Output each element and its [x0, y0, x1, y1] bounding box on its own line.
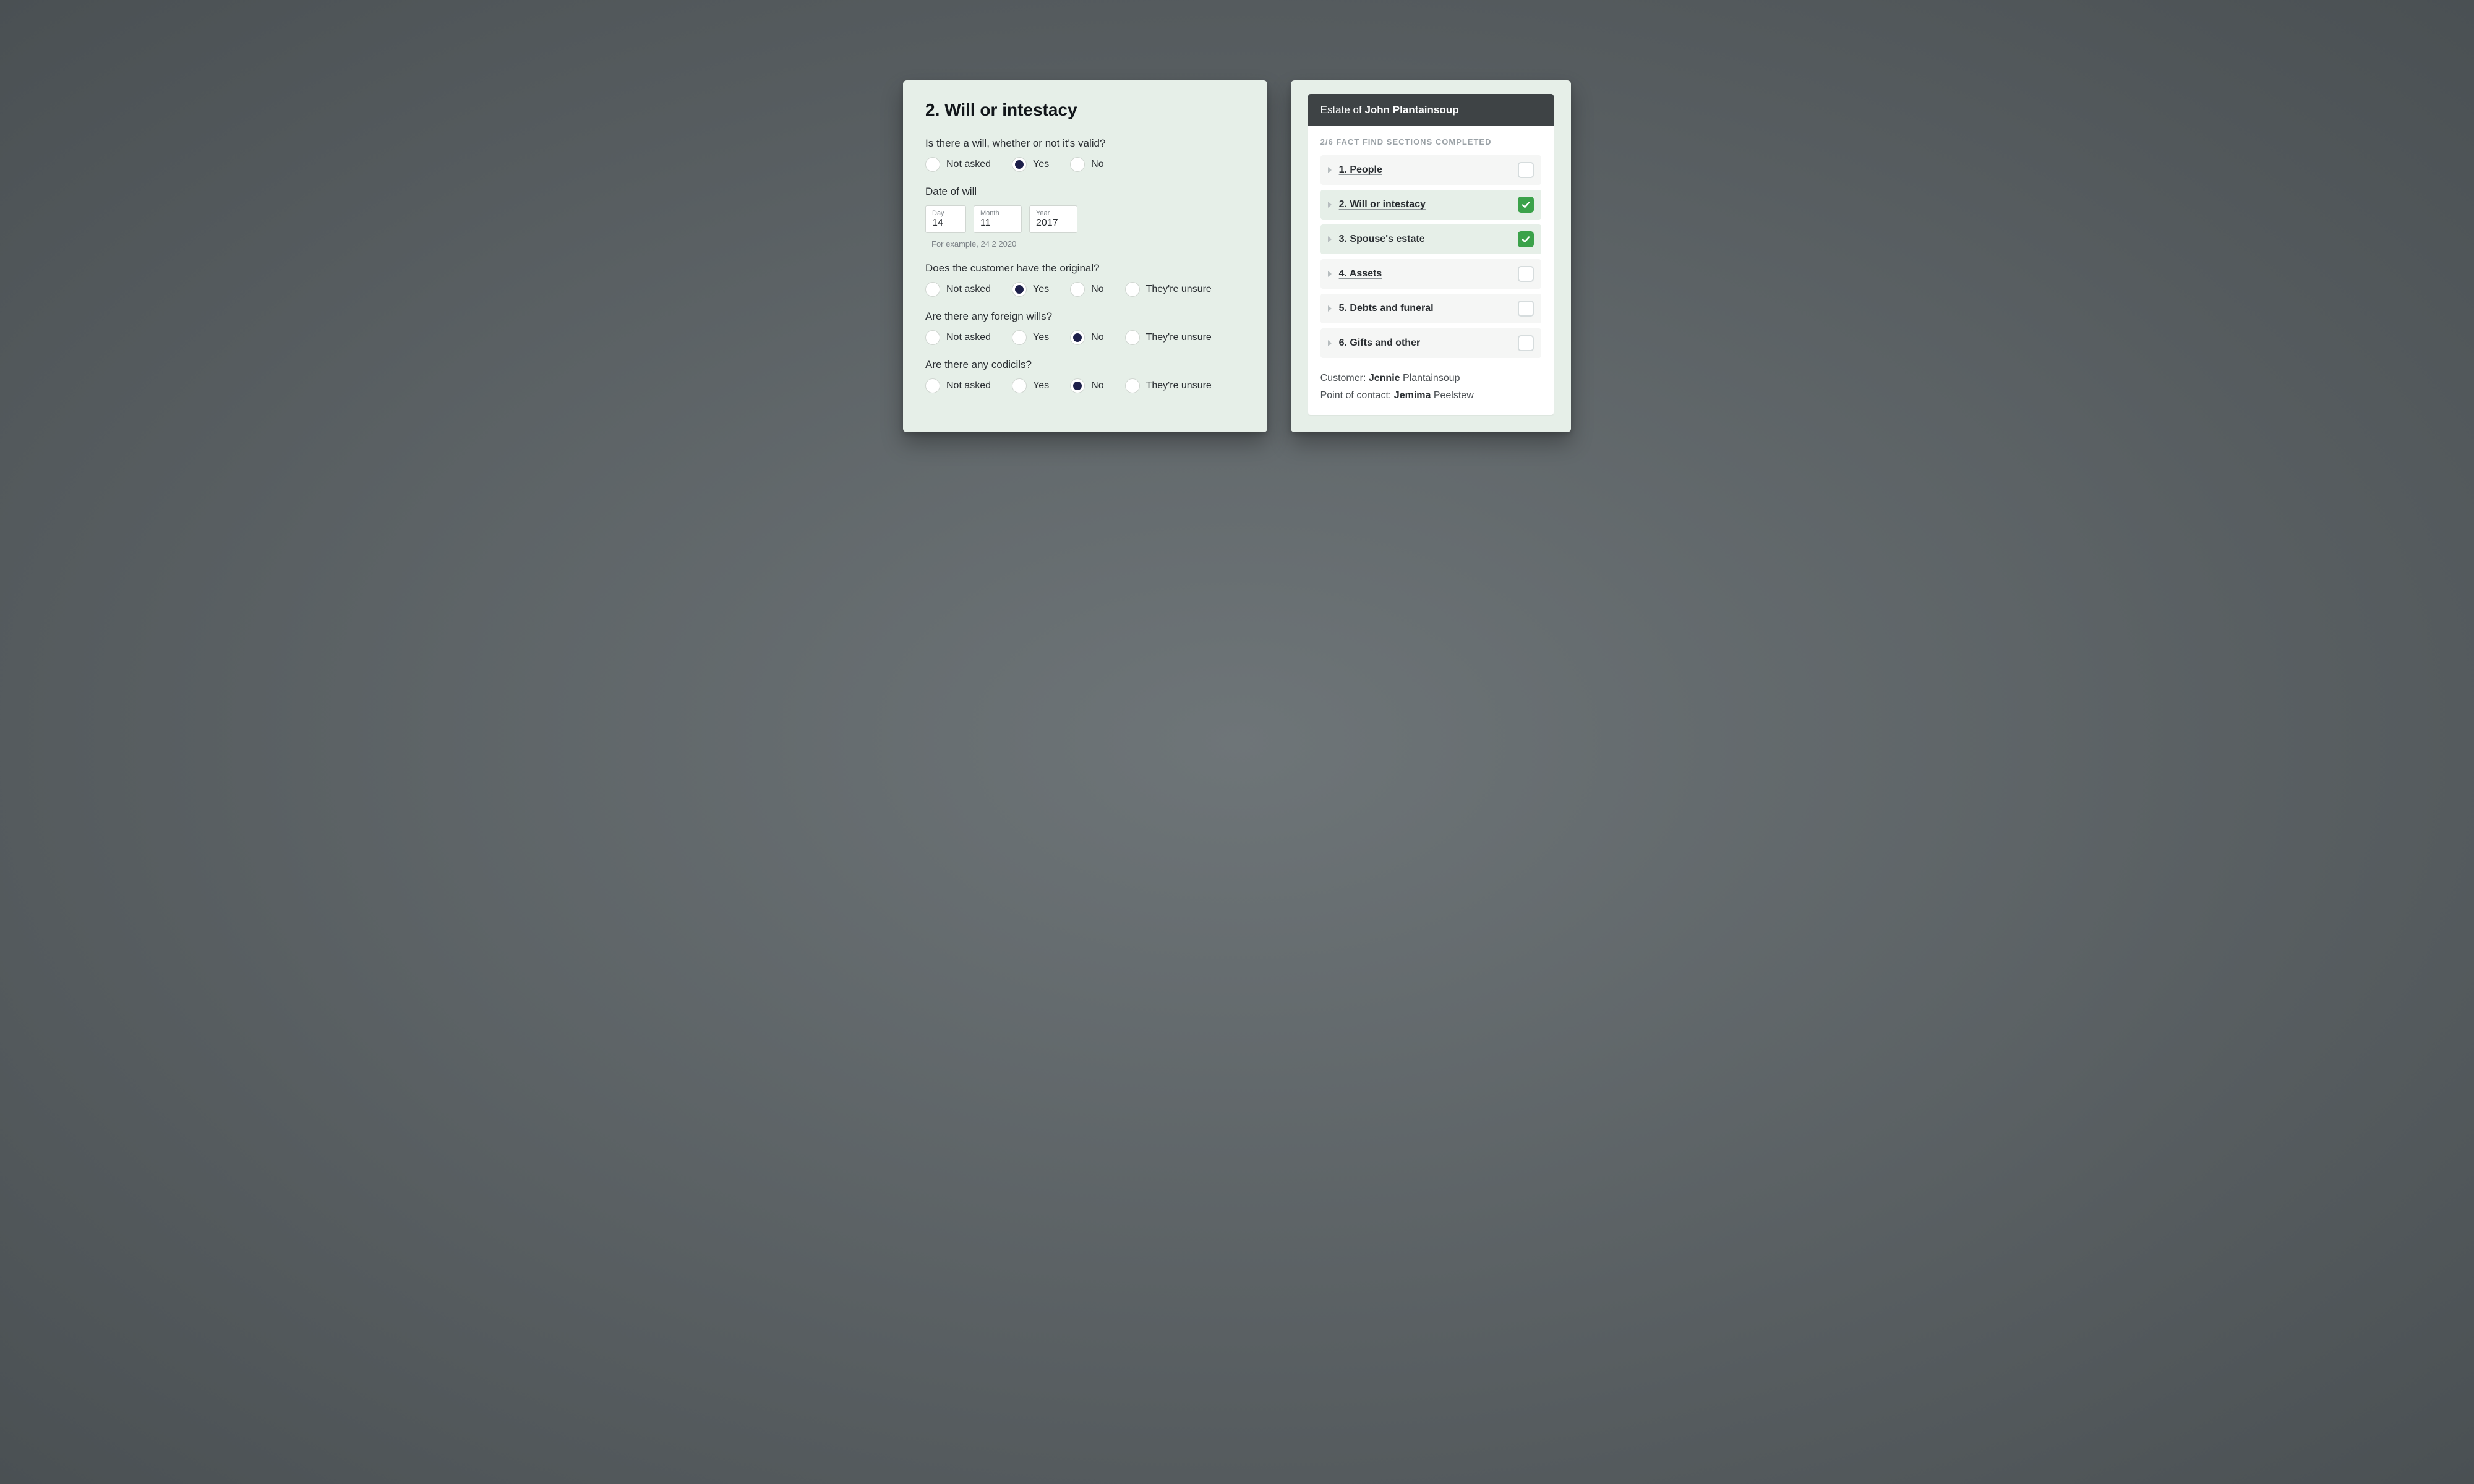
question-date-of-will: Date of will Day Month Year For example,…: [925, 186, 1245, 249]
radio-icon: [925, 157, 940, 172]
section-link: 6. Gifts and other: [1339, 338, 1518, 349]
radio-codicils-unsure[interactable]: They're unsure: [1125, 378, 1212, 393]
section-item-will[interactable]: 2. Will or intestacy: [1320, 190, 1541, 220]
section-link: 2. Will or intestacy: [1339, 199, 1518, 210]
caret-right-icon: [1328, 340, 1332, 346]
date-month-input[interactable]: [980, 218, 1015, 229]
poc-line: Point of contact: Jemima Peelstew: [1320, 390, 1541, 401]
caret-right-icon: [1328, 167, 1332, 173]
radio-foreign-no[interactable]: No: [1070, 330, 1103, 345]
estate-name: John Plantainsoup: [1364, 104, 1458, 116]
question-codicils-options: Not asked Yes No They're unsure: [925, 378, 1245, 393]
radio-icon: [925, 330, 940, 345]
form-title: 2. Will or intestacy: [925, 100, 1245, 120]
sidebar-header: Estate of John Plantainsoup: [1308, 94, 1554, 126]
question-foreign-label: Are there any foreign wills?: [925, 310, 1245, 323]
customer-name-bold: Jennie: [1369, 373, 1400, 383]
question-will-options: Not asked Yes No: [925, 157, 1245, 172]
section-item-debts[interactable]: 5. Debts and funeral: [1320, 294, 1541, 323]
radio-original-yes[interactable]: Yes: [1012, 282, 1049, 297]
section-item-gifts[interactable]: 6. Gifts and other: [1320, 328, 1541, 358]
customer-label: Customer:: [1320, 373, 1369, 383]
poc-name-rest: Peelstew: [1431, 390, 1473, 401]
section-link: 5. Debts and funeral: [1339, 303, 1518, 314]
caret-right-icon: [1328, 271, 1332, 277]
checkbox-checked-icon: [1518, 197, 1534, 213]
radio-icon: [1125, 282, 1140, 297]
date-day-field[interactable]: Day: [925, 205, 966, 233]
radio-icon: [1070, 282, 1085, 297]
date-of-will-fields: Day Month Year: [925, 205, 1245, 233]
radio-foreign-unsure[interactable]: They're unsure: [1125, 330, 1212, 345]
customer-line: Customer: Jennie Plantainsoup: [1320, 373, 1541, 384]
section-link: 3. Spouse's estate: [1339, 234, 1518, 245]
question-will: Is there a will, whether or not it's val…: [925, 137, 1245, 172]
date-year-input[interactable]: [1036, 218, 1071, 229]
radio-codicils-no[interactable]: No: [1070, 378, 1103, 393]
question-original: Does the customer have the original? Not…: [925, 262, 1245, 297]
radio-icon: [1012, 157, 1027, 172]
radio-codicils-not-asked[interactable]: Not asked: [925, 378, 991, 393]
radio-original-unsure[interactable]: They're unsure: [1125, 282, 1212, 297]
estate-prefix: Estate of: [1320, 104, 1365, 116]
radio-icon: [925, 282, 940, 297]
radio-codicils-yes[interactable]: Yes: [1012, 378, 1049, 393]
radio-original-not-asked[interactable]: Not asked: [925, 282, 991, 297]
date-of-will-label: Date of will: [925, 186, 1245, 198]
date-year-field[interactable]: Year: [1029, 205, 1077, 233]
checkbox-empty-icon: [1518, 162, 1534, 178]
radio-icon: [925, 378, 940, 393]
radio-foreign-not-asked[interactable]: Not asked: [925, 330, 991, 345]
radio-icon: [1070, 330, 1085, 345]
question-foreign-options: Not asked Yes No They're unsure: [925, 330, 1245, 345]
radio-will-no[interactable]: No: [1070, 157, 1103, 172]
question-codicils: Are there any codicils? Not asked Yes No…: [925, 359, 1245, 393]
radio-icon: [1012, 330, 1027, 345]
section-item-assets[interactable]: 4. Assets: [1320, 259, 1541, 289]
section-item-spouse[interactable]: 3. Spouse's estate: [1320, 224, 1541, 254]
sidebar-card: Estate of John Plantainsoup 2/6 FACT FIN…: [1291, 80, 1571, 432]
radio-icon: [1125, 378, 1140, 393]
date-month-field[interactable]: Month: [974, 205, 1022, 233]
radio-original-no[interactable]: No: [1070, 282, 1103, 297]
radio-icon: [1070, 378, 1085, 393]
date-day-input[interactable]: [932, 218, 959, 229]
radio-will-yes[interactable]: Yes: [1012, 157, 1049, 172]
section-link: 1. People: [1339, 164, 1518, 176]
checkbox-empty-icon: [1518, 335, 1534, 351]
date-month-mini-label: Month: [980, 210, 1015, 217]
date-of-will-hint: For example, 24 2 2020: [931, 239, 1245, 249]
question-codicils-label: Are there any codicils?: [925, 359, 1245, 371]
sidebar-body: 2/6 FACT FIND SECTIONS COMPLETED 1. Peop…: [1308, 126, 1554, 415]
radio-icon: [1070, 157, 1085, 172]
section-link: 4. Assets: [1339, 268, 1518, 279]
radio-icon: [1012, 282, 1027, 297]
radio-icon: [1012, 378, 1027, 393]
poc-label: Point of contact:: [1320, 390, 1394, 401]
checkbox-empty-icon: [1518, 266, 1534, 282]
date-year-mini-label: Year: [1036, 210, 1071, 217]
caret-right-icon: [1328, 202, 1332, 208]
question-original-label: Does the customer have the original?: [925, 262, 1245, 275]
radio-foreign-yes[interactable]: Yes: [1012, 330, 1049, 345]
question-original-options: Not asked Yes No They're unsure: [925, 282, 1245, 297]
sidebar-inner: Estate of John Plantainsoup 2/6 FACT FIN…: [1308, 94, 1554, 415]
caret-right-icon: [1328, 236, 1332, 242]
radio-will-not-asked[interactable]: Not asked: [925, 157, 991, 172]
caret-right-icon: [1328, 305, 1332, 312]
form-card: 2. Will or intestacy Is there a will, wh…: [903, 80, 1267, 432]
poc-name-bold: Jemima: [1394, 390, 1431, 401]
checkbox-checked-icon: [1518, 231, 1534, 247]
section-item-people[interactable]: 1. People: [1320, 155, 1541, 185]
checkbox-empty-icon: [1518, 301, 1534, 317]
progress-label: 2/6 FACT FIND SECTIONS COMPLETED: [1320, 137, 1541, 147]
question-foreign: Are there any foreign wills? Not asked Y…: [925, 310, 1245, 345]
customer-name-rest: Plantainsoup: [1400, 373, 1460, 383]
question-will-label: Is there a will, whether or not it's val…: [925, 137, 1245, 150]
section-list: 1. People 2. Will or intestacy 3. Spouse…: [1320, 155, 1541, 358]
date-day-mini-label: Day: [932, 210, 959, 217]
radio-icon: [1125, 330, 1140, 345]
